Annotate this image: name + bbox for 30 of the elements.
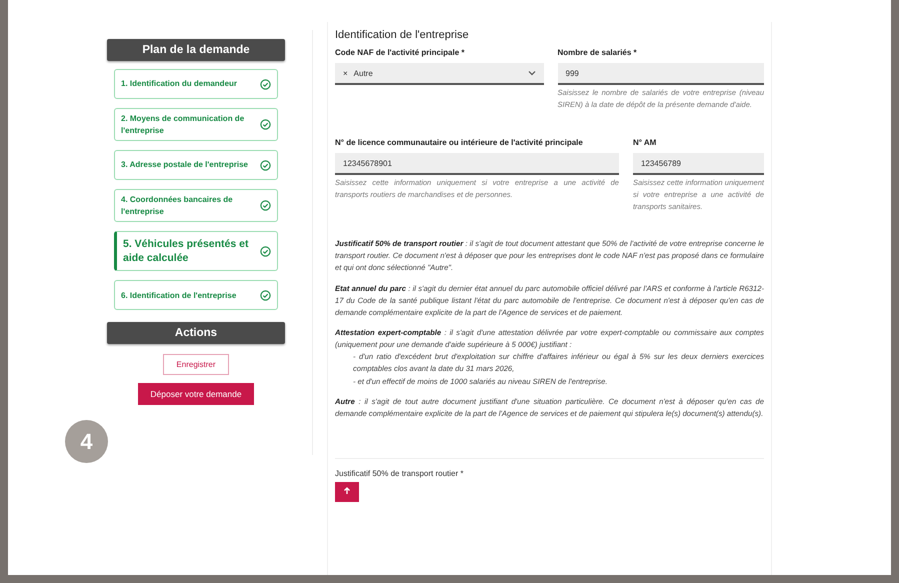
upload-icon xyxy=(343,486,351,495)
field-label: Nombre de salariés * xyxy=(558,48,638,57)
check-circle-icon xyxy=(260,78,271,90)
actions-heading: Actions xyxy=(107,322,285,344)
check-circle-icon xyxy=(260,200,271,212)
field-label: Code NAF de l'activité principale * xyxy=(335,48,466,57)
check-circle-icon xyxy=(260,119,271,130)
employees-input[interactable]: 999 xyxy=(558,63,764,85)
step-link[interactable]: 1. Identification du demandeur xyxy=(114,69,278,99)
upload-label: Justificatif 50% de transport routier * xyxy=(335,468,465,478)
plan-heading: Plan de la demande xyxy=(107,39,285,61)
am-input[interactable]: 123456789 xyxy=(632,153,764,176)
field-label: N° AM xyxy=(632,138,658,148)
step-link[interactable]: 6. Identification de l'entreprise xyxy=(114,280,278,310)
licence-input[interactable]: 12345678901 xyxy=(335,153,619,176)
step-link[interactable]: 3. Adresse postale de l'entreprise xyxy=(114,150,278,180)
field-label: N° de licence communautaire ou intérieure de l'activité principale xyxy=(335,138,584,148)
section-title: Identification de l'entreprise xyxy=(335,29,470,41)
naf-select[interactable]: × Autre xyxy=(335,63,544,85)
step-link[interactable]: 4. Coordonnées bancaires de l'entreprise xyxy=(114,189,278,222)
step-number-badge: 4 xyxy=(65,420,108,463)
submit-button[interactable]: Déposer votre demande xyxy=(138,383,254,406)
upload-button[interactable] xyxy=(335,482,359,502)
check-circle-icon xyxy=(260,290,271,301)
save-button[interactable]: Enregistrer xyxy=(163,354,229,376)
step-link[interactable]: 2. Moyens de communication de l'entreprise xyxy=(114,108,278,142)
check-circle-icon xyxy=(260,160,271,171)
check-circle-icon xyxy=(260,246,271,257)
step-link[interactable]: 5. Véhicules présentés et aide calculée xyxy=(114,231,278,272)
chevron-down-icon xyxy=(528,70,536,76)
